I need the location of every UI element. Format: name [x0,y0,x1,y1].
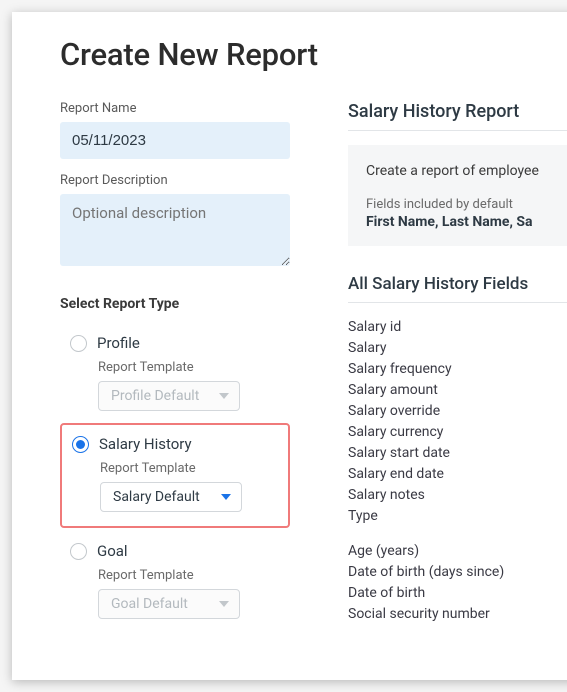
report-type-salary-history: Salary History Report Template Salary De… [60,423,290,528]
preview-column: Salary History Report Create a report of… [348,101,567,631]
radio-icon [72,436,89,453]
radio-salary-history[interactable]: Salary History [72,435,278,453]
template-select-profile[interactable]: Profile Default [98,381,240,411]
all-fields-list: Salary idSalarySalary frequencySalary am… [348,317,567,625]
template-label-goal: Report Template [98,568,280,583]
report-name-label: Report Name [60,101,290,116]
preview-included-fields: First Name, Last Name, Sa [366,214,565,230]
field-list-item: Salary start date [348,443,567,464]
radio-label-salary: Salary History [99,435,192,453]
field-list-item: Salary end date [348,464,567,485]
field-list-item: Social security number [348,604,567,625]
field-list-item: Salary currency [348,422,567,443]
radio-label-profile: Profile [97,334,140,352]
template-select-goal-value: Goal Default [111,596,188,612]
preview-description: Create a report of employee [366,163,565,179]
template-label-profile: Report Template [98,360,280,375]
field-list-gap [348,527,567,541]
preview-included-label: Fields included by default [366,197,565,212]
radio-goal[interactable]: Goal [70,542,280,560]
field-list-item: Salary frequency [348,359,567,380]
field-list-item: Salary [348,338,567,359]
radio-icon [70,543,87,560]
select-report-type-label: Select Report Type [60,296,290,312]
form-column: Report Name Report Description Select Re… [60,101,290,631]
field-list-item: Type [348,506,567,527]
field-list-item: Date of birth (days since) [348,562,567,583]
radio-icon [70,335,87,352]
field-list-item: Date of birth [348,583,567,604]
report-description-input[interactable] [60,194,290,266]
field-list-item: Salary override [348,401,567,422]
preview-title: Salary History Report [348,101,567,131]
template-label-salary: Report Template [100,461,278,476]
chevron-down-icon [219,601,229,607]
page-title: Create New Report [60,36,567,73]
field-list-item: Salary amount [348,380,567,401]
template-select-goal[interactable]: Goal Default [98,589,240,619]
radio-label-goal: Goal [97,542,128,560]
report-type-radio-group: Profile Report Template Profile Default … [60,326,290,631]
field-list-item: Salary notes [348,485,567,506]
template-select-salary[interactable]: Salary Default [100,482,242,512]
field-list-item: Salary id [348,317,567,338]
report-type-goal: Goal Report Template Goal Default [60,534,290,631]
template-select-salary-value: Salary Default [113,489,200,505]
all-fields-title: All Salary History Fields [348,274,567,303]
chevron-down-icon [221,494,231,500]
create-report-panel: Create New Report Report Name Report Des… [12,12,567,680]
template-select-profile-value: Profile Default [111,388,199,404]
report-description-label: Report Description [60,173,290,188]
field-list-item: Age (years) [348,541,567,562]
chevron-down-icon [219,393,229,399]
report-type-profile: Profile Report Template Profile Default [60,326,290,423]
report-name-input[interactable] [60,122,290,159]
preview-box: Create a report of employee Fields inclu… [348,145,567,246]
radio-profile[interactable]: Profile [70,334,280,352]
